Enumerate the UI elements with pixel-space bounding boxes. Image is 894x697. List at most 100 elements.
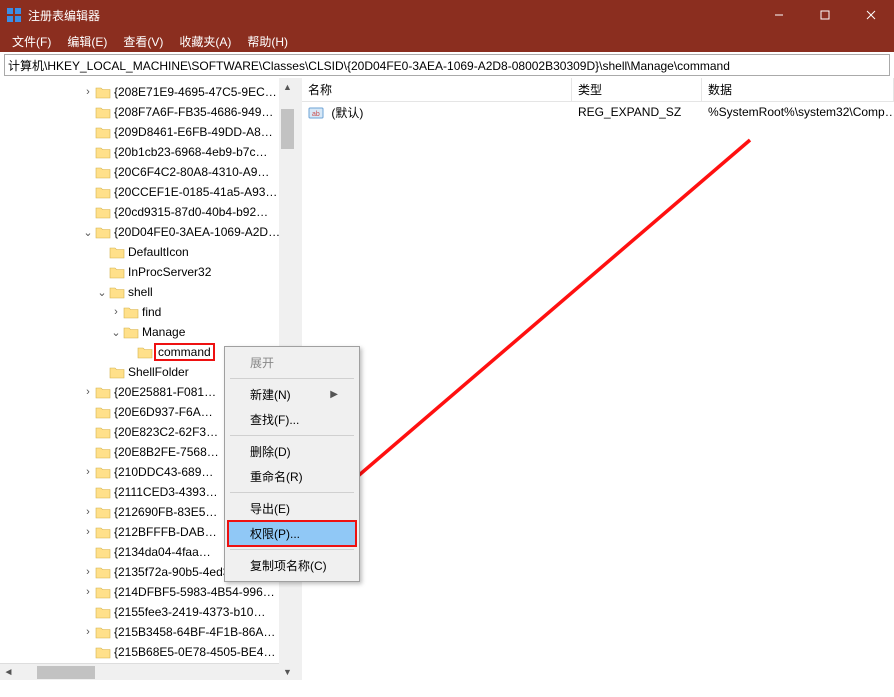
tree-item[interactable]: {215B68E5-0E78-4505-BE4… xyxy=(0,642,295,662)
tree-item-label: find xyxy=(142,305,161,319)
scroll-up-icon[interactable]: ▲ xyxy=(279,78,296,95)
folder-icon xyxy=(109,245,125,259)
ctx-expand[interactable]: 展开 xyxy=(228,350,356,375)
chevron-down-icon[interactable]: ⌄ xyxy=(110,326,122,339)
folder-icon xyxy=(109,365,125,379)
chevron-down-icon[interactable]: ⌄ xyxy=(82,226,94,239)
tree-item-label: {20cd9315-87d0-40b4-b92… xyxy=(114,205,268,219)
chevron-right-icon[interactable]: › xyxy=(82,566,94,578)
tree-item-label: {20E6D937-F6A… xyxy=(114,405,213,419)
ctx-copy-key-name[interactable]: 复制项名称(C) xyxy=(228,553,356,578)
value-list[interactable]: 名称 类型 数据 ab (默认) REG_EXPAND_SZ %SystemRo… xyxy=(302,78,894,680)
ctx-new[interactable]: 新建(N)▶ xyxy=(228,382,356,407)
tree-item[interactable]: {215B77BA-853F-48C4-8D… xyxy=(0,662,295,663)
tree-item-label: {2134da04-4faa… xyxy=(114,545,211,559)
close-button[interactable] xyxy=(848,0,894,30)
chevron-right-icon[interactable]: › xyxy=(82,586,94,598)
tree-item[interactable]: {209D8461-E6FB-49DD-A8… xyxy=(0,122,295,142)
folder-icon xyxy=(95,505,111,519)
folder-icon xyxy=(95,185,111,199)
tree-item-label: {214DFBF5-5983-4B54-996… xyxy=(114,585,275,599)
ctx-rename[interactable]: 重命名(R) xyxy=(228,464,356,489)
chevron-right-icon[interactable]: › xyxy=(82,626,94,638)
tree-item-label: {20E823C2-62F3… xyxy=(114,425,218,439)
ctx-delete[interactable]: 删除(D) xyxy=(228,439,356,464)
folder-icon xyxy=(95,145,111,159)
tree-item-label: {2155fee3-2419-4373-b10… xyxy=(114,605,265,619)
tree-item[interactable]: ›{215B3458-64BF-4F1B-86A… xyxy=(0,622,295,642)
vscroll-thumb[interactable] xyxy=(281,109,294,149)
tree-item-label: {20b1cb23-6968-4eb9-b7c… xyxy=(114,145,267,159)
hscroll-thumb[interactable] xyxy=(37,666,95,679)
menu-view[interactable]: 查看(V) xyxy=(115,31,171,52)
tree-hscrollbar[interactable]: ◄ ► xyxy=(0,663,296,680)
ctx-find[interactable]: 查找(F)... xyxy=(228,407,356,432)
menu-favorites[interactable]: 收藏夹(A) xyxy=(171,31,239,52)
tree-item[interactable]: {20b1cb23-6968-4eb9-b7c… xyxy=(0,142,295,162)
minimize-button[interactable] xyxy=(756,0,802,30)
folder-icon xyxy=(137,345,153,359)
col-type[interactable]: 类型 xyxy=(572,78,702,101)
tree-item[interactable]: {20C6F4C2-80A8-4310-A9… xyxy=(0,162,295,182)
tree-item-label: {215B68E5-0E78-4505-BE4… xyxy=(114,645,275,659)
folder-icon xyxy=(95,405,111,419)
col-data[interactable]: 数据 xyxy=(702,78,894,101)
tree-item[interactable]: {2155fee3-2419-4373-b10… xyxy=(0,602,295,622)
maximize-button[interactable] xyxy=(802,0,848,30)
folder-icon xyxy=(95,165,111,179)
folder-icon xyxy=(95,425,111,439)
tree-item[interactable]: › {214DFBF5-5983-4B54-996… xyxy=(0,582,295,602)
chevron-right-icon[interactable]: › xyxy=(82,506,94,518)
menu-edit[interactable]: 编辑(E) xyxy=(59,31,115,52)
chevron-right-icon[interactable]: › xyxy=(82,386,94,398)
chevron-right-icon[interactable]: › xyxy=(82,526,94,538)
list-header: 名称 类型 数据 xyxy=(302,78,894,102)
ctx-permissions[interactable]: 权限(P)... xyxy=(228,521,356,546)
tree-item-label: {210DDC43-689… xyxy=(114,465,213,479)
tree-item[interactable]: ⌄ Manage xyxy=(0,322,295,342)
folder-icon xyxy=(123,305,139,319)
value-data: %SystemRoot%\system32\Comp… xyxy=(702,105,894,119)
chevron-right-icon[interactable]: › xyxy=(82,466,94,478)
tree-item-label: {20E8B2FE-7568… xyxy=(114,445,219,459)
menubar: 文件(F) 编辑(E) 查看(V) 收藏夹(A) 帮助(H) xyxy=(0,30,894,52)
tree-item[interactable]: › {208E71E9-4695-47C5-9EC… xyxy=(0,82,295,102)
tree-item[interactable]: › find xyxy=(0,302,295,322)
address-bar[interactable]: 计算机\HKEY_LOCAL_MACHINE\SOFTWARE\Classes\… xyxy=(4,54,890,76)
tree-item-label: ShellFolder xyxy=(128,365,189,379)
tree-item-label: {208E71E9-4695-47C5-9EC… xyxy=(114,85,277,99)
folder-icon xyxy=(95,525,111,539)
ctx-export[interactable]: 导出(E) xyxy=(228,496,356,521)
tree-item-label: {209D8461-E6FB-49DD-A8… xyxy=(114,125,273,139)
tree-item[interactable]: ⌄{20D04FE0-3AEA-1069-A2D… xyxy=(0,222,295,242)
tree-item[interactable]: {208F7A6F-FB35-4686-949… xyxy=(0,102,295,122)
tree-item[interactable]: {20CCEF1E-0185-41a5-A93… xyxy=(0,182,295,202)
chevron-right-icon[interactable]: › xyxy=(110,306,122,318)
tree-item-label: Manage xyxy=(142,325,185,339)
separator xyxy=(230,549,354,550)
folder-icon xyxy=(95,625,111,639)
tree-item[interactable]: InProcServer32 xyxy=(0,262,295,282)
folder-icon xyxy=(95,445,111,459)
titlebar: 注册表编辑器 xyxy=(0,0,894,30)
scroll-left-icon[interactable]: ◄ xyxy=(0,664,17,680)
folder-icon xyxy=(95,585,111,599)
folder-icon xyxy=(95,85,111,99)
chevron-right-icon[interactable]: › xyxy=(82,86,94,98)
col-name[interactable]: 名称 xyxy=(302,78,572,101)
list-row[interactable]: ab (默认) REG_EXPAND_SZ %SystemRoot%\syste… xyxy=(302,102,894,122)
folder-icon xyxy=(95,465,111,479)
folder-icon xyxy=(95,565,111,579)
scroll-down-icon[interactable]: ▼ xyxy=(279,663,296,680)
svg-text:ab: ab xyxy=(312,111,320,118)
tree-item[interactable]: DefaultIcon xyxy=(0,242,295,262)
window-buttons xyxy=(756,0,894,30)
tree-item[interactable]: ⌄shell xyxy=(0,282,295,302)
menu-help[interactable]: 帮助(H) xyxy=(239,31,296,52)
chevron-down-icon[interactable]: ⌄ xyxy=(96,286,108,299)
tree-item[interactable]: {20cd9315-87d0-40b4-b92… xyxy=(0,202,295,222)
value-type: REG_EXPAND_SZ xyxy=(572,105,702,119)
menu-file[interactable]: 文件(F) xyxy=(4,31,59,52)
regedit-icon xyxy=(6,7,22,23)
separator xyxy=(230,435,354,436)
